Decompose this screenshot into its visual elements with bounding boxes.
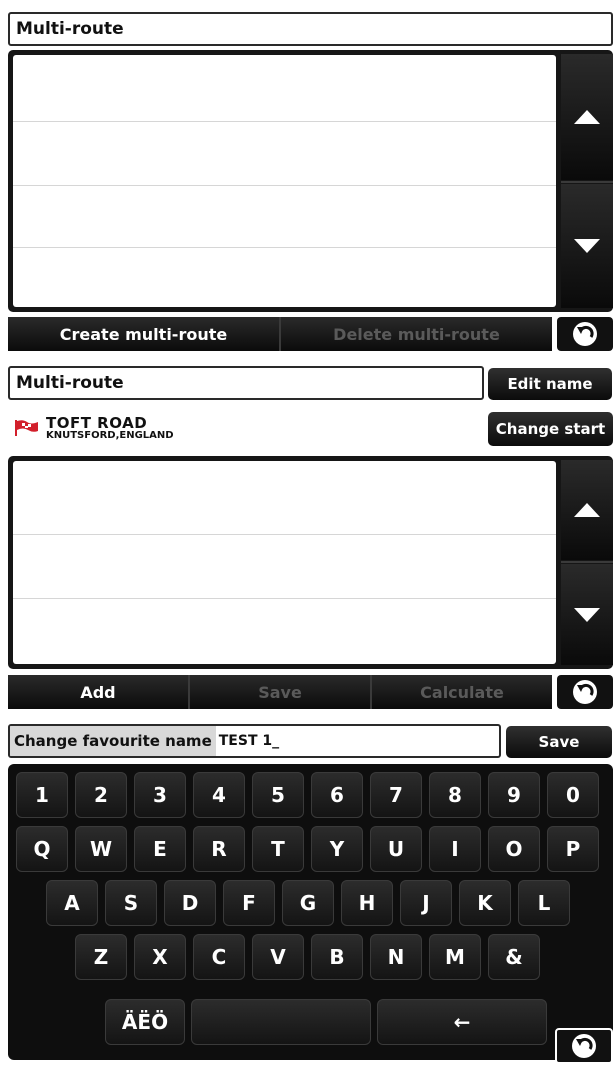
back-button[interactable] bbox=[555, 1028, 613, 1064]
scroll-up-button[interactable] bbox=[561, 460, 613, 560]
multi-route-title-bar: Multi-route bbox=[8, 12, 613, 46]
key-g[interactable]: G bbox=[282, 880, 334, 926]
back-icon bbox=[572, 1034, 596, 1058]
list-row[interactable] bbox=[13, 534, 556, 599]
favourite-name-label: Change favourite name bbox=[10, 726, 216, 756]
start-place: KNUTSFORD,ENGLAND bbox=[46, 429, 174, 441]
key-9[interactable]: 9 bbox=[488, 772, 540, 818]
route-stops-list[interactable] bbox=[13, 461, 556, 664]
key-w[interactable]: W bbox=[75, 826, 127, 872]
favourite-name-field[interactable]: Change favourite name TEST 1_ bbox=[8, 724, 501, 758]
key-ampersand[interactable]: & bbox=[488, 934, 540, 980]
favourite-name-value: TEST 1_ bbox=[218, 733, 280, 749]
delete-multi-route-button[interactable]: Delete multi-route bbox=[281, 317, 552, 351]
key-m[interactable]: M bbox=[429, 934, 481, 980]
key-5[interactable]: 5 bbox=[252, 772, 304, 818]
back-icon bbox=[573, 322, 597, 346]
calculate-button[interactable]: Calculate bbox=[372, 675, 552, 709]
create-multi-route-button[interactable]: Create multi-route bbox=[8, 317, 281, 351]
key-q[interactable]: Q bbox=[16, 826, 68, 872]
change-start-button[interactable]: Change start bbox=[488, 412, 613, 446]
down-arrow-icon bbox=[574, 239, 600, 253]
save-route-button[interactable]: Save bbox=[190, 675, 372, 709]
list-row[interactable] bbox=[13, 598, 556, 664]
save-favourite-button[interactable]: Save bbox=[506, 726, 612, 758]
key-v[interactable]: V bbox=[252, 934, 304, 980]
key-s[interactable]: S bbox=[105, 880, 157, 926]
route-name-field[interactable]: Multi-route bbox=[8, 366, 484, 400]
key-8[interactable]: 8 bbox=[429, 772, 481, 818]
route-stops-panel bbox=[8, 456, 613, 669]
route-name-value: Multi-route bbox=[16, 373, 124, 393]
key-o[interactable]: O bbox=[488, 826, 540, 872]
back-button[interactable] bbox=[557, 317, 613, 351]
list-row[interactable] bbox=[13, 55, 556, 122]
key-l[interactable]: L bbox=[518, 880, 570, 926]
key-r[interactable]: R bbox=[193, 826, 245, 872]
keyboard: 1 2 3 4 5 6 7 8 9 0 Q W E R T Y U I O P … bbox=[8, 764, 613, 1060]
key-h[interactable]: H bbox=[341, 880, 393, 926]
back-button[interactable] bbox=[557, 675, 613, 709]
key-backspace[interactable]: ← bbox=[377, 999, 547, 1045]
multi-route-title: Multi-route bbox=[16, 19, 124, 39]
key-6[interactable]: 6 bbox=[311, 772, 363, 818]
key-z[interactable]: Z bbox=[75, 934, 127, 980]
back-icon bbox=[573, 680, 597, 704]
key-3[interactable]: 3 bbox=[134, 772, 186, 818]
key-4[interactable]: 4 bbox=[193, 772, 245, 818]
key-t[interactable]: T bbox=[252, 826, 304, 872]
key-f[interactable]: F bbox=[223, 880, 275, 926]
key-1[interactable]: 1 bbox=[16, 772, 68, 818]
up-arrow-icon bbox=[574, 503, 600, 517]
key-p[interactable]: P bbox=[547, 826, 599, 872]
scroll-up-button[interactable] bbox=[561, 54, 613, 180]
route-action-bar: Add Save Calculate bbox=[8, 675, 552, 709]
key-0[interactable]: 0 bbox=[547, 772, 599, 818]
scroll-separator bbox=[561, 561, 613, 563]
list-row[interactable] bbox=[13, 121, 556, 186]
add-button[interactable]: Add bbox=[8, 675, 190, 709]
down-arrow-icon bbox=[574, 607, 600, 622]
key-n[interactable]: N bbox=[370, 934, 422, 980]
start-road: TOFT ROAD bbox=[46, 413, 148, 432]
scroll-separator bbox=[561, 181, 613, 183]
key-b[interactable]: B bbox=[311, 934, 363, 980]
key-y[interactable]: Y bbox=[311, 826, 363, 872]
key-special-chars[interactable]: ÄËÖ bbox=[105, 999, 185, 1045]
up-arrow-icon bbox=[574, 110, 600, 124]
key-2[interactable]: 2 bbox=[75, 772, 127, 818]
route-start: TOFT ROAD KNUTSFORD,ENGLAND bbox=[14, 412, 474, 444]
key-u[interactable]: U bbox=[370, 826, 422, 872]
scroll-down-button[interactable] bbox=[561, 564, 613, 665]
key-a[interactable]: A bbox=[46, 880, 98, 926]
key-c[interactable]: C bbox=[193, 934, 245, 980]
key-e[interactable]: E bbox=[134, 826, 186, 872]
edit-name-button[interactable]: Edit name bbox=[488, 368, 612, 400]
list-row[interactable] bbox=[13, 185, 556, 248]
flag-icon bbox=[15, 420, 38, 436]
key-d[interactable]: D bbox=[164, 880, 216, 926]
key-j[interactable]: J bbox=[400, 880, 452, 926]
scroll-down-button[interactable] bbox=[561, 184, 613, 308]
multi-route-list[interactable] bbox=[13, 55, 556, 307]
multi-route-list-panel bbox=[8, 50, 613, 312]
key-x[interactable]: X bbox=[134, 934, 186, 980]
multi-route-action-bar: Create multi-route Delete multi-route bbox=[8, 317, 552, 351]
list-row[interactable] bbox=[13, 461, 556, 535]
key-k[interactable]: K bbox=[459, 880, 511, 926]
key-7[interactable]: 7 bbox=[370, 772, 422, 818]
key-i[interactable]: I bbox=[429, 826, 481, 872]
key-space[interactable] bbox=[191, 999, 371, 1045]
